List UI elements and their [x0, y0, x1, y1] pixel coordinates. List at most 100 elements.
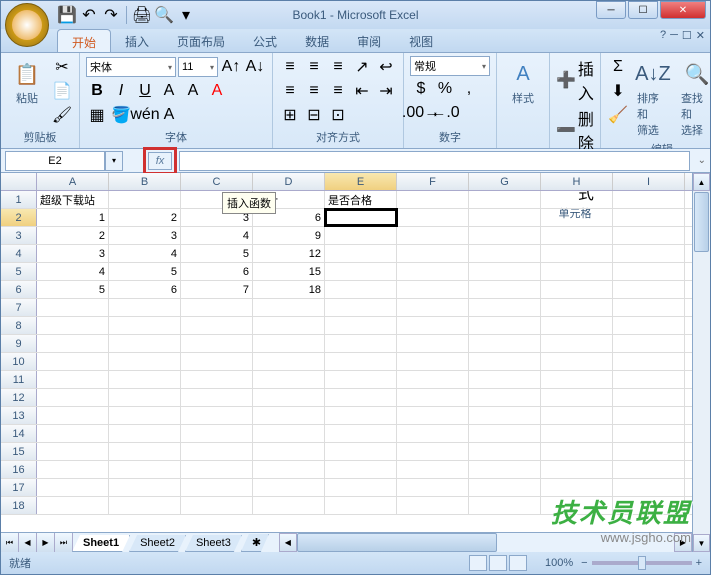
cell-C10[interactable]	[181, 353, 253, 370]
cell-H6[interactable]	[541, 281, 613, 298]
cell-D15[interactable]	[253, 443, 325, 460]
fill-icon[interactable]: ⬇	[607, 80, 629, 102]
cell-B3[interactable]: 3	[109, 227, 181, 244]
cell-C4[interactable]: 5	[181, 245, 253, 262]
indent-inc-icon[interactable]: ⇥	[375, 80, 397, 102]
cell-G5[interactable]	[469, 263, 541, 280]
row-header-3[interactable]: 3	[1, 227, 37, 244]
column-header-D[interactable]: D	[253, 173, 325, 190]
align-left-icon[interactable]: ≡	[279, 80, 301, 102]
row-header-13[interactable]: 13	[1, 407, 37, 424]
sheet-tab-Sheet3[interactable]: Sheet3	[185, 535, 242, 552]
cell-G15[interactable]	[469, 443, 541, 460]
hscroll-left-icon[interactable]: ◀	[279, 533, 297, 552]
find-select-button[interactable]: 🔍 查找和 选择	[677, 56, 711, 140]
tab-页面布局[interactable]: 页面布局	[163, 29, 239, 52]
cell-I10[interactable]	[613, 353, 685, 370]
font-size-combo[interactable]: 11▾	[178, 57, 218, 77]
cell-D7[interactable]	[253, 299, 325, 316]
cell-F7[interactable]	[397, 299, 469, 316]
cell-I6[interactable]	[613, 281, 685, 298]
undo-icon[interactable]: ↶	[79, 5, 99, 25]
cell-A17[interactable]	[37, 479, 109, 496]
name-box-dropdown[interactable]: ▾	[105, 151, 123, 171]
cell-F1[interactable]	[397, 191, 469, 208]
merge2-icon[interactable]: ⊟	[303, 104, 325, 126]
cell-I7[interactable]	[613, 299, 685, 316]
cell-H16[interactable]	[541, 461, 613, 478]
clear-icon[interactable]: 🧹	[607, 104, 629, 126]
view-normal-button[interactable]	[469, 555, 487, 571]
font-color2-icon[interactable]: A	[158, 104, 180, 126]
cell-A13[interactable]	[37, 407, 109, 424]
cell-I9[interactable]	[613, 335, 685, 352]
cell-E18[interactable]	[325, 497, 397, 514]
save-icon[interactable]: 💾	[57, 5, 77, 25]
ribbon-minimize-icon[interactable]: ─	[670, 29, 678, 42]
align-middle-icon[interactable]: ≡	[303, 56, 325, 78]
bold-button[interactable]: B	[86, 80, 108, 102]
cell-I5[interactable]	[613, 263, 685, 280]
cell-G8[interactable]	[469, 317, 541, 334]
row-header-11[interactable]: 11	[1, 371, 37, 388]
cell-C14[interactable]	[181, 425, 253, 442]
cell-E12[interactable]	[325, 389, 397, 406]
cell-B8[interactable]	[109, 317, 181, 334]
cell-G2[interactable]	[469, 209, 541, 226]
cell-H2[interactable]	[541, 209, 613, 226]
cell-H9[interactable]	[541, 335, 613, 352]
cell-I16[interactable]	[613, 461, 685, 478]
cell-E10[interactable]	[325, 353, 397, 370]
orientation-icon[interactable]: ↗	[351, 56, 373, 78]
zoom-level[interactable]: 100%	[545, 557, 573, 569]
cell-G13[interactable]	[469, 407, 541, 424]
cell-H10[interactable]	[541, 353, 613, 370]
cell-D10[interactable]	[253, 353, 325, 370]
cell-D18[interactable]	[253, 497, 325, 514]
cell-H14[interactable]	[541, 425, 613, 442]
cell-F5[interactable]	[397, 263, 469, 280]
cell-G11[interactable]	[469, 371, 541, 388]
vscroll-down-icon[interactable]: ▼	[693, 534, 710, 552]
wrap-text-icon[interactable]: ↩	[375, 56, 397, 78]
cell-G14[interactable]	[469, 425, 541, 442]
row-header-17[interactable]: 17	[1, 479, 37, 496]
cell-I3[interactable]	[613, 227, 685, 244]
vscroll-thumb[interactable]	[694, 192, 709, 252]
cell-B11[interactable]	[109, 371, 181, 388]
cell-H4[interactable]	[541, 245, 613, 262]
name-box[interactable]: E2	[5, 151, 105, 171]
cell-C11[interactable]	[181, 371, 253, 388]
number-format-combo[interactable]: 常规▾	[410, 56, 490, 76]
cell-H13[interactable]	[541, 407, 613, 424]
shrink-font-icon[interactable]: A↓	[244, 56, 266, 78]
cell-D8[interactable]	[253, 317, 325, 334]
maximize-button[interactable]: ☐	[628, 1, 658, 19]
zoom-thumb[interactable]	[638, 556, 646, 570]
merge3-icon[interactable]: ⊡	[327, 104, 349, 126]
cell-F13[interactable]	[397, 407, 469, 424]
align-right-icon[interactable]: ≡	[327, 80, 349, 102]
insert-function-button[interactable]: fx	[148, 152, 172, 170]
cell-E5[interactable]	[325, 263, 397, 280]
column-header-C[interactable]: C	[181, 173, 253, 190]
cell-B6[interactable]: 6	[109, 281, 181, 298]
cell-H8[interactable]	[541, 317, 613, 334]
cell-B4[interactable]: 4	[109, 245, 181, 262]
ribbon-close-icon[interactable]: ✕	[696, 29, 705, 42]
tab-数据[interactable]: 数据	[291, 29, 343, 52]
increase-decimal-icon[interactable]: .00→	[410, 102, 432, 124]
cell-A14[interactable]	[37, 425, 109, 442]
sheet-nav-prev-icon[interactable]: ◀	[19, 533, 37, 552]
column-header-A[interactable]: A	[37, 173, 109, 190]
cell-A12[interactable]	[37, 389, 109, 406]
cell-A3[interactable]: 2	[37, 227, 109, 244]
cell-A9[interactable]	[37, 335, 109, 352]
cell-E14[interactable]	[325, 425, 397, 442]
cell-E13[interactable]	[325, 407, 397, 424]
help-icon[interactable]: ?	[660, 29, 666, 42]
cell-G18[interactable]	[469, 497, 541, 514]
cell-C15[interactable]	[181, 443, 253, 460]
cell-D6[interactable]: 18	[253, 281, 325, 298]
cell-F17[interactable]	[397, 479, 469, 496]
